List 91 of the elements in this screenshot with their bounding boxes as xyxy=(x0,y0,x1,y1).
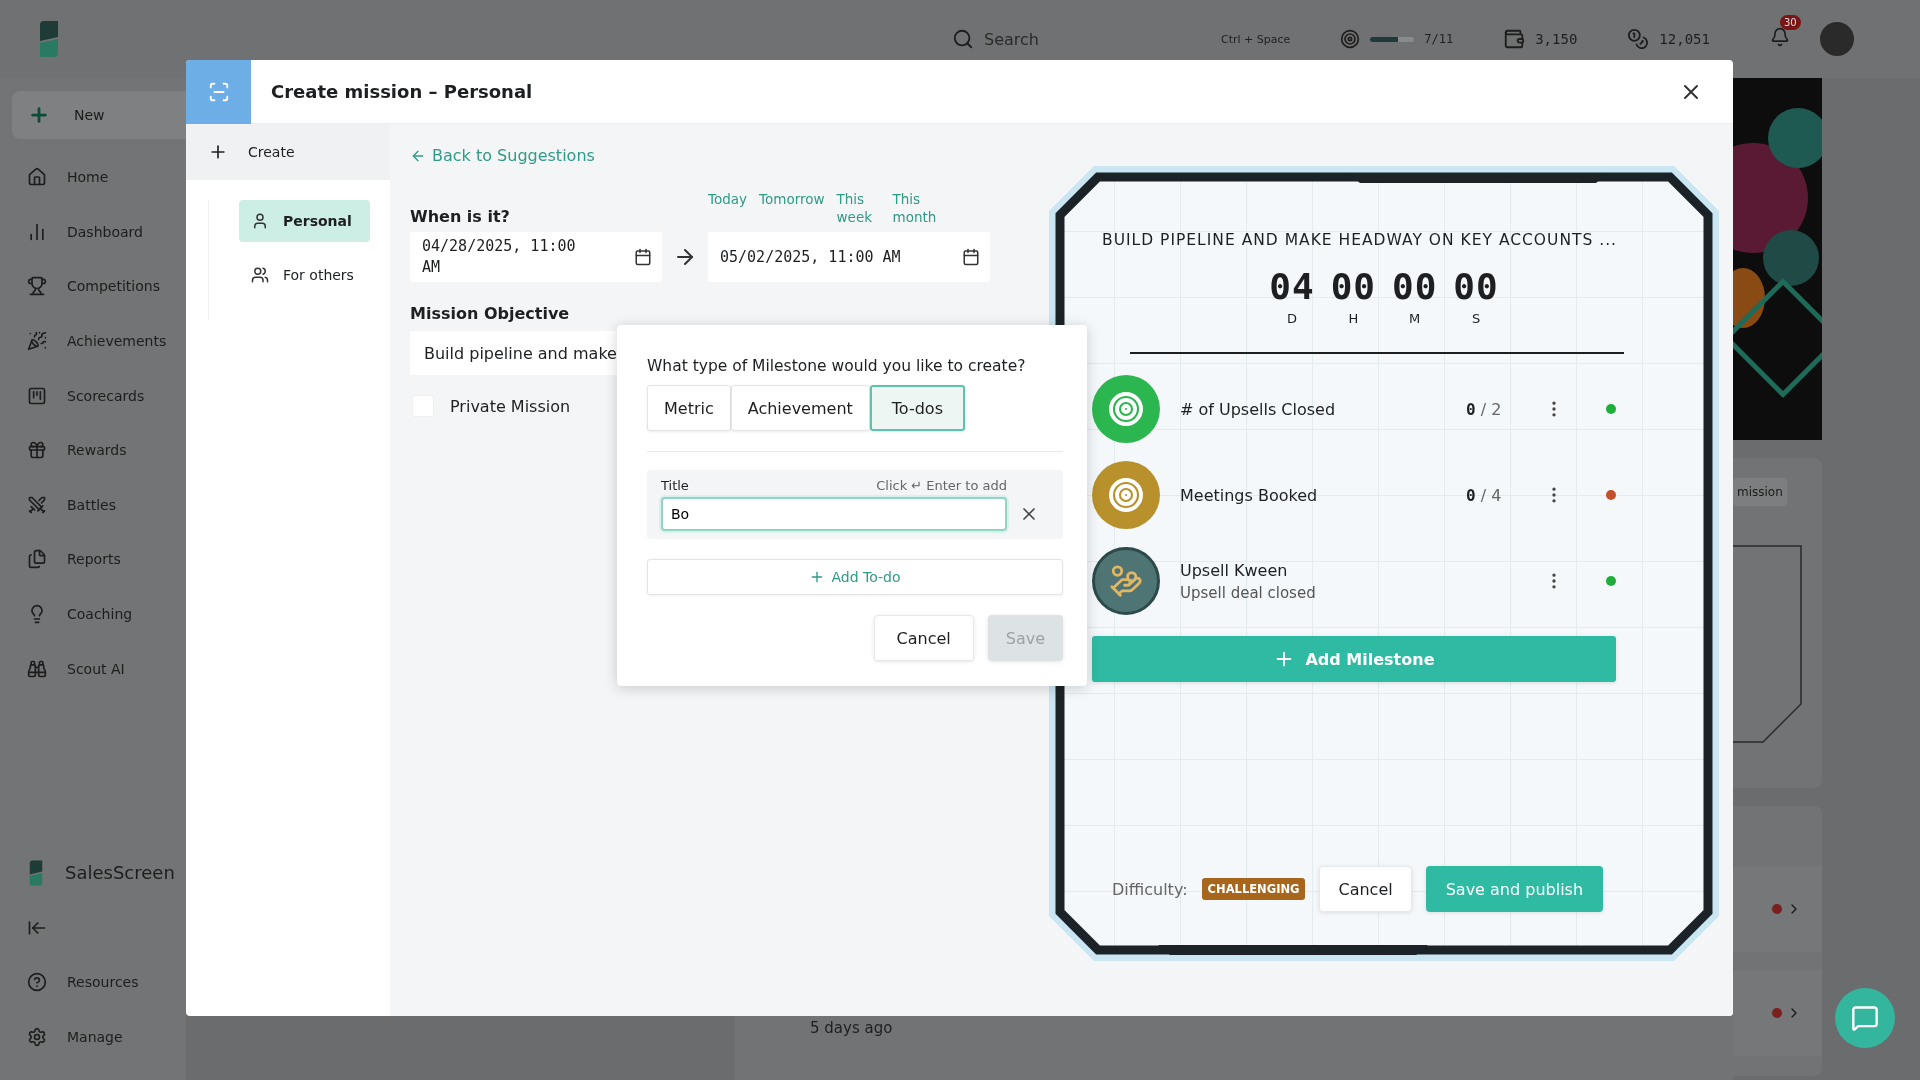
chat-button[interactable] xyxy=(1835,988,1895,1048)
quick-date-link[interactable]: Tomorrow xyxy=(759,191,825,209)
nav-item[interactable]: Personal xyxy=(239,200,370,242)
title-input[interactable]: Bo xyxy=(661,497,1007,531)
countdown-digits: 00 xyxy=(1392,269,1438,305)
gift-icon xyxy=(27,440,47,461)
search-field[interactable]: Search xyxy=(984,29,1039,49)
milestone-count: 0 / 2 xyxy=(1466,399,1503,419)
milestone-name: Meetings Booked xyxy=(1180,485,1319,505)
back-link[interactable]: Back to Suggestions xyxy=(410,146,1030,165)
type-tab[interactable]: Achievement xyxy=(730,385,870,431)
shortcut-hint: Ctrl + Space xyxy=(1220,32,1291,46)
countdown-digits: 04 xyxy=(1269,269,1315,305)
calendar-icon[interactable] xyxy=(634,248,652,267)
field-hint: Click ↵ Enter to add xyxy=(876,478,1007,493)
countdown-unit: H xyxy=(1348,311,1359,326)
sidebar-item[interactable]: Resources xyxy=(0,954,186,1010)
difficulty-tag: CHALLENGING xyxy=(1201,878,1306,900)
start-date-field[interactable]: 04/28/2025, 11:00 AM xyxy=(410,232,662,283)
create-label: Create xyxy=(248,144,295,160)
field-label: When is it? xyxy=(410,207,511,227)
mission-title: BUILD PIPELINE AND MAKE HEADWAY ON KEY ACCOUNTS ... xyxy=(1102,231,1616,249)
type-tab[interactable]: Metric xyxy=(647,385,731,431)
level-icon xyxy=(1340,29,1361,49)
milestone-subtitle: Upsell deal closed xyxy=(1180,583,1317,602)
quick-date-link[interactable]: This week xyxy=(836,191,881,227)
sidebar-item[interactable]: Battles xyxy=(0,477,186,533)
activity-time: 5 days ago xyxy=(810,1019,893,1037)
brand-name: SalesScreen xyxy=(65,862,175,884)
publish-button[interactable]: Save and publish xyxy=(1425,866,1604,912)
sidebar-item[interactable]: Rewards xyxy=(0,422,186,478)
search-icon[interactable] xyxy=(952,28,974,50)
points-count: 12,051 xyxy=(1659,31,1710,47)
milestone-count: 0 / 4 xyxy=(1466,485,1503,505)
milestone-name: # of Upsells Closed xyxy=(1180,399,1337,419)
quick-date-link[interactable]: Today xyxy=(708,191,748,209)
coins-icon xyxy=(1627,28,1650,50)
popup-question: What type of Milestone would you like to create? xyxy=(647,357,1027,375)
sidebar-item[interactable]: Scorecards xyxy=(0,368,186,423)
checkbox-label: Private Mission xyxy=(450,396,571,416)
sidebar-item[interactable]: Manage xyxy=(0,1009,186,1064)
countdown-digits: 00 xyxy=(1330,269,1376,305)
new-button[interactable]: New xyxy=(12,91,186,139)
add-milestone-button[interactable]: Add Milestone xyxy=(1092,636,1616,682)
sidebar-item[interactable]: Home xyxy=(0,150,186,205)
plus-icon xyxy=(28,104,50,126)
sidebar-item[interactable]: Achievements xyxy=(0,313,186,369)
people-icon xyxy=(251,266,269,284)
end-date-field[interactable]: 05/02/2025, 11:00 AM xyxy=(708,232,990,283)
notification-badge: 30 xyxy=(1779,15,1801,30)
sidebar-item[interactable]: Scout AI xyxy=(0,641,186,696)
milestone-name: Upsell Kween xyxy=(1180,560,1289,580)
logo-icon xyxy=(27,858,45,887)
coins-count: 3,150 xyxy=(1535,31,1578,47)
bar-chart-icon xyxy=(27,221,47,242)
cancel-button[interactable]: Cancel xyxy=(1319,866,1412,912)
quick-date-link[interactable]: This month xyxy=(892,191,943,227)
field-label: Mission Objective xyxy=(410,304,571,324)
scorecard-icon xyxy=(27,385,47,406)
mission-button[interactable]: mission xyxy=(1733,478,1787,506)
sidebar-item[interactable]: Dashboard xyxy=(0,204,186,260)
countdown-unit: D xyxy=(1286,311,1297,326)
nav-item[interactable]: For others xyxy=(239,254,370,296)
add-todo-button[interactable]: Add To-do xyxy=(647,559,1063,595)
sidebar-item[interactable]: Coaching xyxy=(0,586,186,642)
sidebar-item[interactable]: Reports xyxy=(0,532,186,587)
type-tab[interactable]: To-dos xyxy=(869,385,965,431)
countdown-unit: S xyxy=(1471,311,1481,326)
swords-icon xyxy=(27,494,47,515)
help-icon xyxy=(27,972,47,993)
dialog-title: Create mission – Personal xyxy=(271,81,533,102)
binoculars-icon xyxy=(27,658,47,679)
wallet-icon xyxy=(1503,28,1526,50)
calendar-icon[interactable] xyxy=(962,248,980,267)
field-label: Title xyxy=(661,478,689,493)
trophy-icon xyxy=(27,276,47,297)
countdown-digits: 00 xyxy=(1453,269,1499,305)
chat-icon xyxy=(1851,1004,1879,1032)
party-popper-icon xyxy=(27,331,47,352)
progress-bar xyxy=(1370,36,1415,42)
bell-icon[interactable] xyxy=(1769,27,1790,47)
avatar[interactable] xyxy=(1819,22,1854,56)
cancel-button[interactable]: Cancel xyxy=(873,615,974,661)
countdown-unit: M xyxy=(1409,311,1421,326)
difficulty-label: Difficulty: xyxy=(1112,879,1188,899)
person-icon xyxy=(251,212,269,230)
files-icon xyxy=(27,549,47,570)
sidebar-item[interactable]: Competitions xyxy=(0,259,186,314)
home-icon xyxy=(27,167,47,188)
settings-icon xyxy=(27,1026,47,1047)
progress-reading: 7/11 xyxy=(1424,32,1454,46)
